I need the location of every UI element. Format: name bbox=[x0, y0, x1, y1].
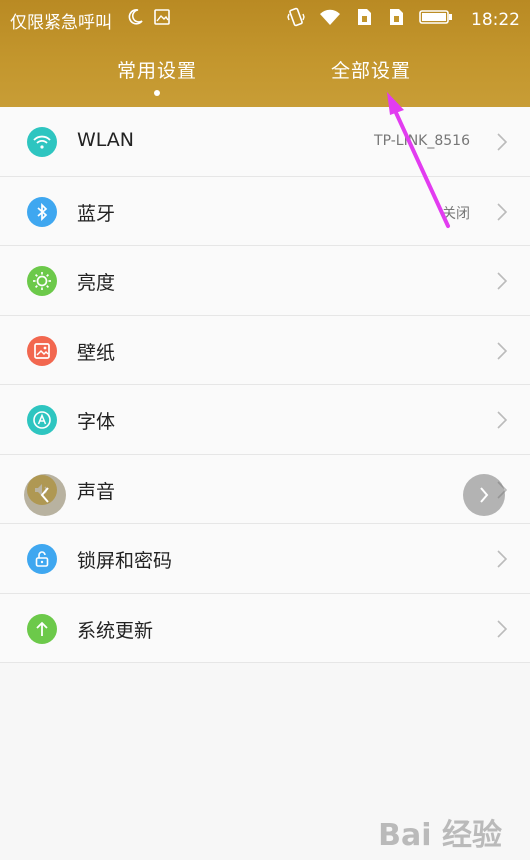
vibrate-icon bbox=[287, 7, 305, 32]
status-icons: 18:22 bbox=[287, 7, 520, 32]
do-not-disturb-icon bbox=[128, 8, 144, 31]
setting-row-font[interactable]: 字体 bbox=[0, 385, 530, 455]
setting-label: 壁纸 bbox=[77, 341, 116, 364]
chevron-right-icon bbox=[497, 550, 508, 568]
setting-label: 系统更新 bbox=[77, 619, 154, 642]
setting-label: 锁屏和密码 bbox=[77, 550, 173, 572]
setting-row-bluetooth[interactable]: 蓝牙 关闭 bbox=[0, 176, 530, 246]
wifi-icon bbox=[27, 127, 57, 157]
setting-row-system-update[interactable]: 系统更新 bbox=[0, 593, 530, 663]
setting-label: WLAN bbox=[77, 129, 135, 151]
chevron-right-icon bbox=[497, 202, 508, 221]
setting-row-lock-screen[interactable]: 锁屏和密码 bbox=[0, 524, 530, 594]
carrier-text: 仅限紧急呼叫 bbox=[10, 13, 112, 33]
settings-list: WLAN TP-LINK_8516 蓝牙 关闭 亮度 壁纸 字体 声音 锁屏和密… bbox=[0, 107, 530, 663]
image-notification-icon bbox=[154, 9, 170, 30]
setting-value: 关闭 bbox=[442, 205, 470, 222]
setting-value: TP-LINK_8516 bbox=[374, 133, 470, 149]
setting-label: 字体 bbox=[77, 411, 116, 433]
status-bar: 仅限紧急呼叫 18:22 bbox=[0, 0, 530, 36]
setting-row-wlan[interactable]: WLAN TP-LINK_8516 bbox=[0, 107, 530, 177]
clock-text: 18:22 bbox=[471, 9, 520, 30]
previous-button[interactable] bbox=[24, 474, 66, 516]
setting-label: 声音 bbox=[77, 480, 116, 503]
update-icon bbox=[27, 613, 57, 644]
chevron-right-icon bbox=[480, 487, 489, 503]
header: 仅限紧急呼叫 18:22 常用设置 全部设置 bbox=[0, 0, 530, 107]
setting-label: 亮度 bbox=[77, 272, 116, 294]
lock-icon bbox=[27, 544, 57, 574]
setting-label: 蓝牙 bbox=[77, 202, 116, 225]
tab-common-settings[interactable]: 常用设置 bbox=[117, 56, 197, 83]
sim1-icon bbox=[355, 8, 373, 31]
setting-row-brightness[interactable]: 亮度 bbox=[0, 246, 530, 316]
active-tab-indicator bbox=[154, 90, 160, 96]
setting-row-wallpaper[interactable]: 壁纸 bbox=[0, 315, 530, 385]
chevron-right-icon bbox=[497, 619, 508, 638]
next-button[interactable] bbox=[463, 474, 505, 516]
bluetooth-icon bbox=[27, 196, 57, 227]
battery-icon bbox=[419, 9, 453, 30]
chevron-right-icon bbox=[497, 341, 508, 360]
sim2-icon bbox=[387, 8, 405, 31]
chevron-right-icon bbox=[497, 133, 508, 151]
wifi-signal-icon bbox=[319, 8, 341, 31]
setting-row-sound[interactable]: 声音 bbox=[0, 454, 530, 524]
chevron-right-icon bbox=[497, 272, 508, 290]
chevron-right-icon bbox=[497, 411, 508, 429]
tab-all-settings[interactable]: 全部设置 bbox=[331, 56, 411, 83]
settings-tabs: 常用设置 全部设置 bbox=[0, 56, 530, 102]
wallpaper-icon bbox=[27, 335, 57, 366]
brightness-icon bbox=[27, 266, 57, 296]
watermark-logo: Bai 经验 bbox=[378, 818, 502, 853]
font-icon bbox=[27, 405, 57, 435]
chevron-left-icon bbox=[40, 487, 49, 503]
